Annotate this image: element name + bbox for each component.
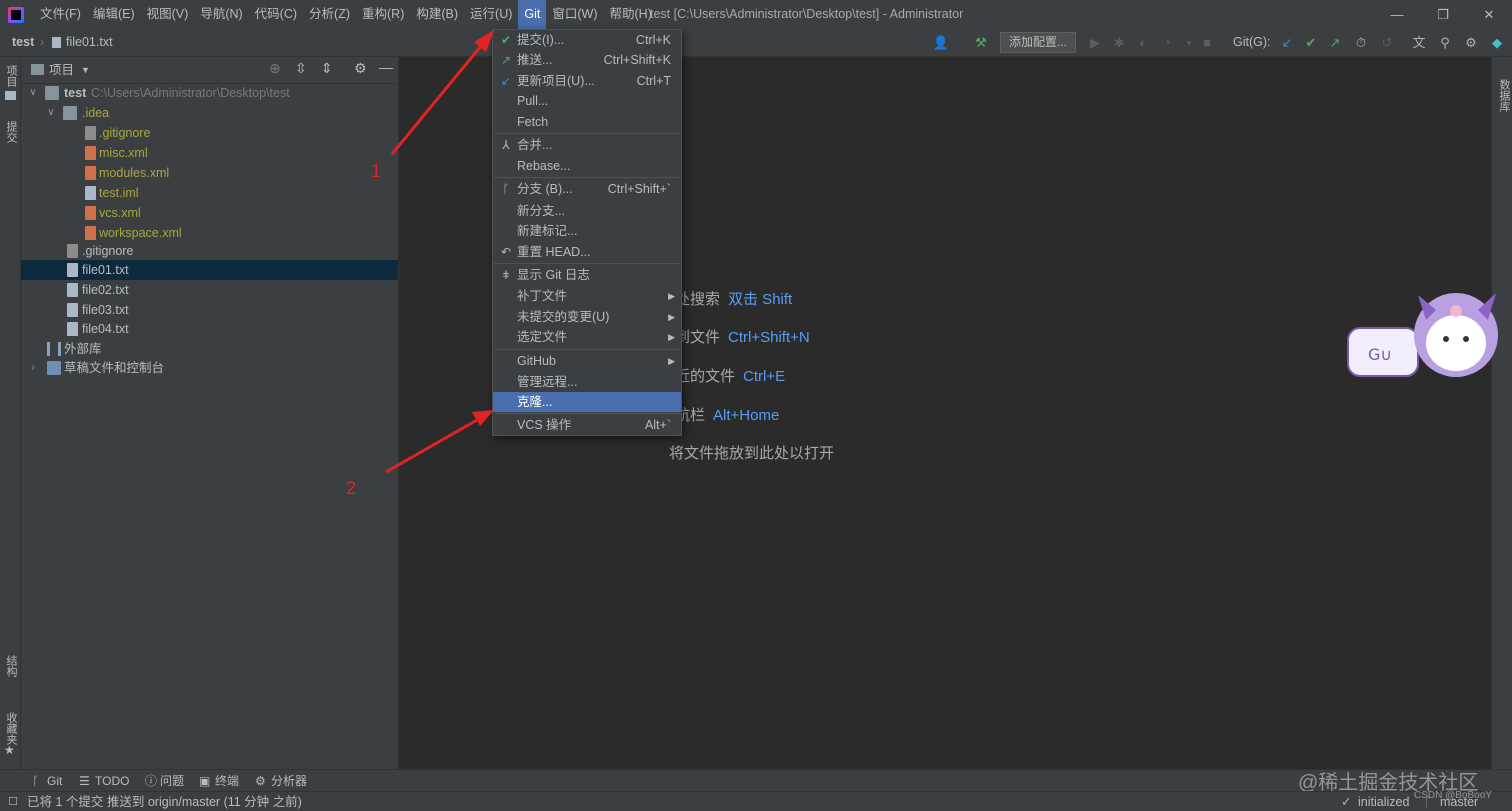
annotation-arrow-1: [390, 39, 488, 155]
status-message: 已将 1 个提交 推送到 origin/master (11 分钟 之前): [27, 795, 302, 809]
git-branch-icon: ᚴ: [32, 774, 40, 788]
terminal-icon: ▣: [199, 774, 211, 788]
watermark-csdn: CSDN @BoBooY: [1414, 790, 1492, 801]
bottom-tool-bar: ᚴ Git ☰ TODO ⓘ 问题 ▣ 终端 ⚙ 分析器 @稀土掘金技术社区: [0, 769, 1512, 794]
status-toggle-icon[interactable]: ☐: [8, 792, 18, 811]
tool-window-profiler[interactable]: 分析器: [271, 770, 307, 792]
tool-window-terminal[interactable]: 终端: [215, 770, 239, 792]
status-initialized[interactable]: initialized: [1358, 792, 1409, 811]
tool-window-todo[interactable]: TODO: [95, 770, 129, 792]
annotation-label-2: 2: [346, 478, 357, 498]
todo-list-icon: ☰: [79, 774, 90, 788]
annotation-arrowhead-2: [472, 410, 494, 426]
annotation-arrow-2: [385, 414, 485, 474]
tool-window-git[interactable]: Git: [47, 770, 62, 792]
tool-window-problems[interactable]: 问题: [160, 770, 184, 792]
profiler-icon: ⚙: [255, 774, 266, 788]
annotation-overlay: [385, 30, 494, 474]
annotation-label-1: 1: [371, 161, 382, 181]
problems-info-icon: ⓘ: [145, 774, 158, 788]
status-bar: ☐ 已将 1 个提交 推送到 origin/master (11 分钟 之前) …: [0, 790, 1512, 811]
status-check-circle-icon: ✓: [1341, 795, 1352, 809]
